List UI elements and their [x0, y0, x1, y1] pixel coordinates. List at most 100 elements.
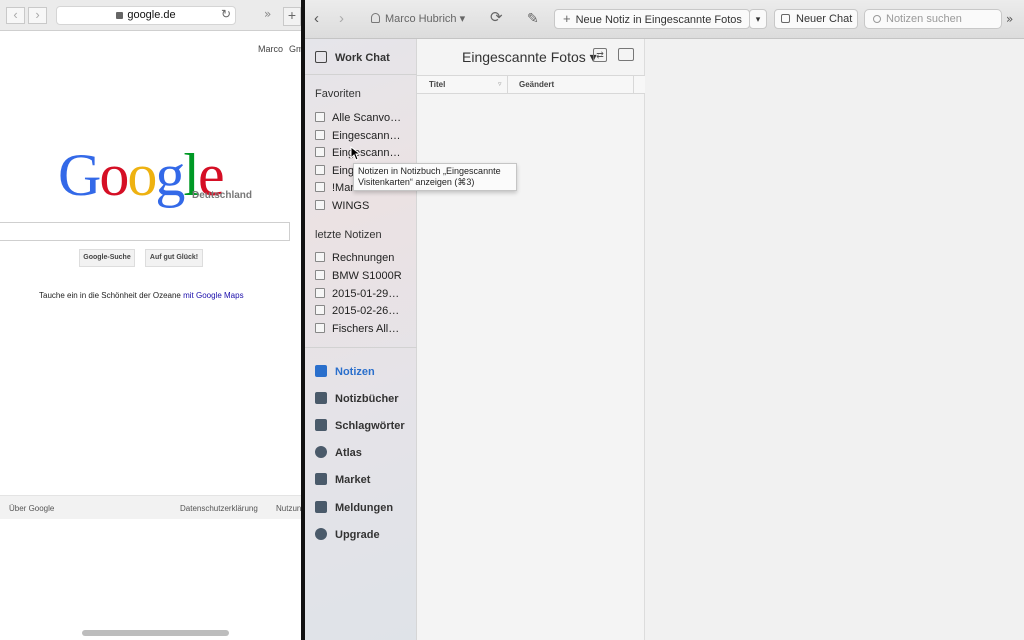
view-options-icon[interactable] — [618, 48, 634, 61]
column-changed[interactable]: Geändert — [519, 80, 554, 89]
logo-letter: G — [58, 142, 101, 208]
back-button[interactable]: ‹ — [6, 7, 25, 24]
note-icon — [315, 288, 325, 298]
share-notebook-icon[interactable]: ⇄ — [593, 48, 607, 62]
favorites-header: Favoriten — [315, 88, 361, 100]
favorite-label: Eingescann… — [332, 147, 401, 159]
recent-note-item[interactable]: 2015-01-29… — [315, 288, 399, 300]
upgrade-icon — [315, 528, 327, 540]
user-menu[interactable]: Marco Hubrich ▾ — [371, 12, 465, 25]
favorite-label: WINGS — [332, 200, 370, 212]
nav-item-globe[interactable]: Atlas — [315, 446, 362, 459]
search-field[interactable]: Notizen suchen — [864, 9, 1002, 29]
note-list-header: Titel ▿ Geändert — [417, 75, 645, 94]
sync-icon[interactable]: ⟳ — [490, 9, 503, 27]
footer-privacy-link[interactable]: Datenschutzerklärung — [180, 504, 258, 513]
notebook-icon — [315, 200, 325, 210]
chat-icon — [781, 14, 790, 23]
promo-text: Tauche ein in die Schönheit der Ozeane m… — [39, 291, 244, 300]
logo-letter: o — [99, 142, 129, 208]
footer-terms-link[interactable]: Nutzun — [276, 504, 301, 513]
safari-window: ‹ › google.de ↻ » + Marco Gm Google Deut… — [0, 0, 301, 640]
nav-item-note[interactable]: Notizen — [315, 365, 375, 378]
reload-icon[interactable]: ↻ — [221, 7, 231, 22]
new-chat-label: Neuer Chat — [796, 13, 853, 25]
search-input[interactable] — [0, 222, 290, 241]
work-chat-icon — [315, 51, 327, 63]
user-name: Marco Hubrich ▾ — [385, 13, 466, 25]
google-search-button[interactable]: Google-Suche — [79, 249, 135, 267]
nav-item-upgrade[interactable]: Upgrade — [315, 528, 380, 541]
recent-note-label: 2015-01-29… — [332, 288, 400, 300]
note-icon — [315, 323, 325, 333]
recent-note-item[interactable]: BMW S1000R — [315, 270, 402, 282]
recent-note-label: BMW S1000R — [332, 270, 402, 282]
sidebar: Work Chat Favoriten letzte Notizen Alle … — [305, 39, 417, 640]
footer-about-link[interactable]: Über Google — [9, 504, 54, 513]
note-list: Eingescannte Fotos ▾ ⇄ Titel ▿ Geändert — [417, 39, 645, 640]
column-divider[interactable] — [507, 76, 508, 94]
new-note-label: Neue Notiz in Eingescannte Fotos — [575, 14, 742, 26]
favorite-item[interactable]: Alle Scanvo… — [315, 112, 401, 124]
notebook-icon — [315, 392, 327, 404]
search-icon — [873, 15, 881, 23]
sort-icon: ▿ — [498, 81, 502, 88]
recent-note-item[interactable]: Rechnungen — [315, 252, 394, 264]
notebook-icon — [315, 130, 325, 140]
scanner-icon — [315, 112, 325, 122]
tag-icon — [315, 419, 327, 431]
google-footer: Über Google Datenschutzerklärung Nutzun — [0, 495, 301, 519]
logo-letter: o — [127, 142, 157, 208]
favorite-label: Eing — [332, 165, 355, 177]
column-title[interactable]: Titel — [429, 80, 445, 89]
mouse-cursor — [350, 146, 360, 161]
overflow-icon[interactable]: » — [264, 7, 271, 21]
promo-link[interactable]: mit Google Maps — [183, 291, 243, 300]
safari-toolbar: ‹ › google.de ↻ » + — [0, 0, 301, 31]
note-editor — [645, 39, 1024, 640]
logo-subtitle: Deutschland — [192, 190, 253, 201]
evernote-toolbar: ‹ › Marco Hubrich ▾ ⟳ ✎ + Neue Notiz in E… — [305, 0, 1024, 39]
toolbar-overflow-icon[interactable]: » — [1006, 12, 1013, 26]
recent-note-label: 2015-02-26… — [332, 305, 400, 317]
recent-note-item[interactable]: 2015-02-26… — [315, 305, 399, 317]
address-bar[interactable]: google.de — [56, 6, 236, 25]
forward-icon[interactable]: › — [339, 10, 344, 28]
note-icon — [315, 252, 325, 262]
nav-item-tag[interactable]: Schlagwörter — [315, 419, 405, 432]
user-icon — [371, 13, 380, 23]
nav-item-market[interactable]: Market — [315, 473, 370, 486]
new-note-button[interactable]: + Neue Notiz in Eingescannte Fotos — [554, 9, 750, 29]
recent-note-item[interactable]: Fischers All… — [315, 323, 399, 335]
favorite-item[interactable]: Eingescann… — [315, 130, 401, 142]
nav-item-megaphone[interactable]: Meldungen — [315, 501, 393, 514]
horizontal-scrollbar[interactable] — [82, 630, 229, 636]
nav-item-label: Market — [335, 474, 371, 486]
nav-item-label: Meldungen — [335, 502, 394, 514]
favorite-item[interactable]: WINGS — [315, 200, 369, 212]
notebook-title-menu[interactable]: Eingescannte Fotos ▾ — [462, 49, 597, 66]
favorite-item[interactable]: Eing — [315, 165, 354, 177]
activity-icon[interactable]: ✎ — [527, 9, 539, 27]
gmail-link[interactable]: Gm — [289, 44, 301, 54]
nav-item-notebook[interactable]: Notizbücher — [315, 392, 399, 405]
work-chat-item[interactable]: Work Chat — [315, 51, 390, 64]
notebook-icon — [315, 182, 325, 192]
note-icon — [315, 305, 325, 315]
sidebar-divider — [305, 347, 417, 348]
favorite-label: Alle Scanvo… — [332, 112, 402, 124]
nav-item-label: Atlas — [335, 447, 362, 459]
new-tab-button[interactable]: + — [283, 7, 301, 26]
chevron-down-icon: ▾ — [755, 14, 761, 24]
column-divider[interactable] — [633, 76, 634, 94]
globe-icon — [315, 446, 327, 458]
note-icon — [315, 365, 327, 377]
tooltip: Notizen in Notizbuch „Eingescannte Visit… — [353, 163, 517, 191]
back-icon[interactable]: ‹ — [314, 10, 319, 28]
new-note-dropdown[interactable]: ▾ — [749, 9, 767, 29]
search-placeholder: Notizen suchen — [886, 13, 962, 25]
account-link[interactable]: Marco — [258, 44, 283, 54]
lucky-button[interactable]: Auf gut Glück! — [145, 249, 203, 267]
new-chat-button[interactable]: Neuer Chat — [774, 9, 858, 29]
forward-button[interactable]: › — [28, 7, 47, 24]
